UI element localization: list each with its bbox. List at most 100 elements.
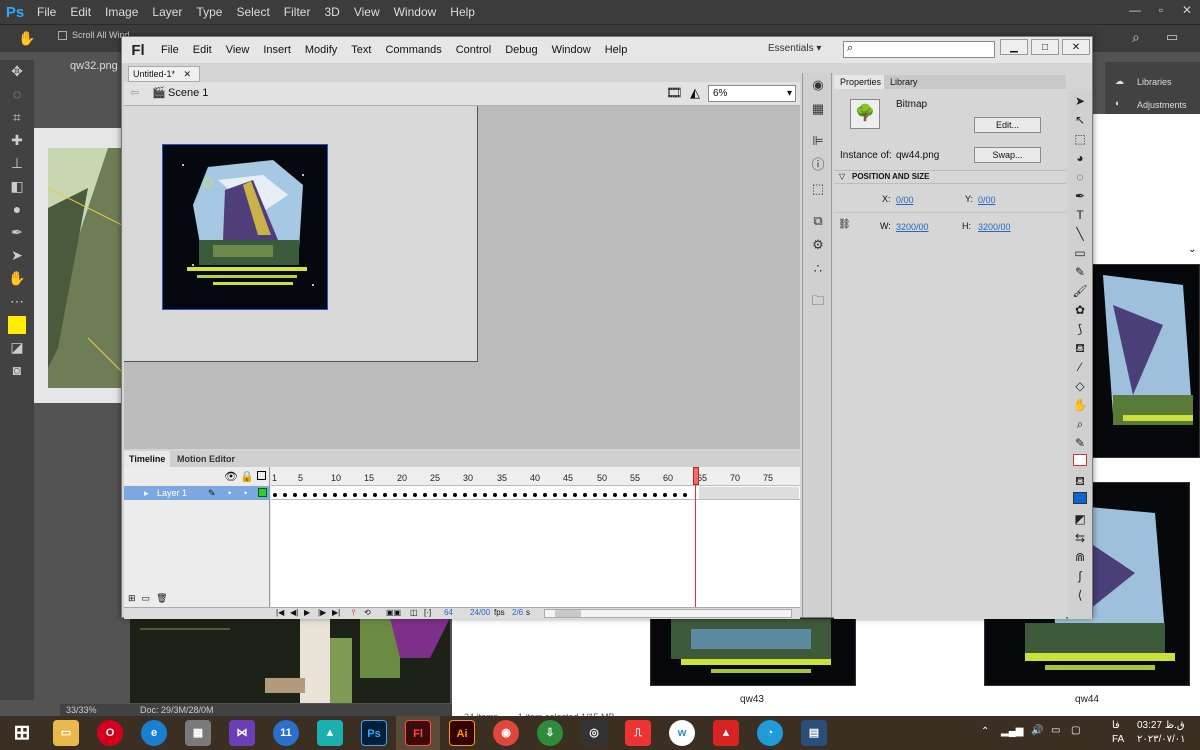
ps-menu-3d[interactable]: 3D [317, 5, 346, 19]
ps-menu-edit[interactable]: Edit [63, 5, 98, 19]
ps-minimize-icon[interactable]: — [1122, 0, 1148, 20]
stroke-swatch[interactable] [1068, 453, 1092, 472]
taskbar-file-explorer[interactable]: ▭ [44, 716, 88, 750]
zoom-icon[interactable]: ⌕ [1068, 415, 1092, 434]
taskbar-word-w[interactable]: w [660, 716, 704, 750]
edit-multiple-frames-icon[interactable]: ◫ [410, 608, 418, 617]
stage-pasteboard[interactable] [124, 106, 800, 449]
workspace-switcher[interactable]: Essentials ▾ [768, 43, 821, 54]
taskbar-opera[interactable]: O [88, 716, 132, 750]
fl-menu-commands[interactable]: Commands [378, 44, 448, 56]
edit-symbols-icon[interactable]: ◭ [690, 85, 700, 101]
ps-menu-filter[interactable]: Filter [277, 5, 318, 19]
ps-close-icon[interactable]: ✕ [1174, 0, 1200, 20]
layer-row[interactable]: ▸ Layer 1 ✎ • • [124, 486, 270, 500]
frame-rate[interactable]: 24/00 [470, 608, 490, 617]
fl-menu-file[interactable]: File [154, 44, 186, 56]
ps-menu-file[interactable]: File [30, 5, 63, 19]
crop-tool-icon[interactable]: ⌗ [0, 106, 34, 129]
battery-icon[interactable]: ▭ [1051, 725, 1060, 736]
quick-mask-icon[interactable]: ◙ [0, 359, 34, 382]
step-back-icon[interactable]: ◀| [290, 608, 298, 617]
tab-timeline[interactable]: Timeline [124, 451, 171, 467]
ps-search-icon[interactable]: ⌕ [1132, 29, 1140, 46]
explorer-dropdown-icon[interactable]: ⌄ [1188, 244, 1196, 255]
taskbar-camera[interactable]: ◎ [572, 716, 616, 750]
new-folder-icon[interactable]: ▭ [142, 593, 151, 604]
stamp-tool-icon[interactable]: ⊥ [0, 152, 34, 175]
swap-colors-icon[interactable]: ◪ [0, 336, 34, 359]
transform-panel-icon[interactable]: ⬚ [803, 177, 833, 201]
straighten-icon[interactable]: ⟨ [1068, 586, 1092, 605]
line-tool-icon[interactable]: ╲ [1068, 225, 1092, 244]
fl-menu-control[interactable]: Control [449, 44, 498, 56]
tab-close-icon[interactable]: ✕ [184, 69, 192, 79]
modify-markers-icon[interactable]: [·] [424, 608, 431, 617]
delete-layer-icon[interactable]: 🗑 [156, 593, 167, 604]
pen-tool-icon[interactable]: ✒ [0, 221, 34, 244]
frame-ruler[interactable]: 1 5 10 15 20 25 30 35 40 45 50 55 60 65 … [271, 467, 800, 486]
ps-menu-view[interactable]: View [347, 5, 387, 19]
fl-menu-edit[interactable]: Edit [186, 44, 219, 56]
move-tool-icon[interactable]: ✥ [0, 60, 34, 83]
playhead[interactable] [693, 467, 699, 607]
ps-menu-help[interactable]: Help [443, 5, 482, 19]
paint-bucket-icon[interactable]: ⛾ [1068, 339, 1092, 358]
fl-menu-view[interactable]: View [219, 44, 257, 56]
swatches-panel-icon[interactable]: ▦ [803, 97, 833, 121]
edit-scene-icon[interactable]: 🎞 [666, 85, 683, 101]
timeline-scrollbar[interactable] [544, 609, 792, 618]
components-icon[interactable]: ⚙ [803, 233, 833, 257]
blur-tool-icon[interactable]: ● [0, 198, 34, 221]
onion-skin-icon[interactable]: ▣▣ [386, 608, 401, 617]
taskbar-movie[interactable]: ▤ [792, 716, 836, 750]
minimize-icon[interactable]: ▁ [1000, 39, 1028, 55]
step-forward-icon[interactable]: |▶ [318, 608, 326, 617]
taskbar-app-11[interactable]: 11 [264, 716, 308, 750]
pen-icon[interactable]: ✒ [1068, 187, 1092, 206]
taskbar-idm[interactable]: ⇩ [528, 716, 572, 750]
text-tool-icon[interactable]: T [1068, 206, 1092, 225]
visibility-dot-icon[interactable]: • [228, 486, 231, 500]
black-white-icon[interactable]: ◩ [1068, 510, 1092, 529]
adjustments-icon[interactable]: ◐ [1115, 98, 1120, 108]
free-transform-icon[interactable]: ⬚ [1068, 130, 1092, 149]
tab-properties[interactable]: Properties [834, 75, 884, 89]
play-icon[interactable]: ▶ [304, 608, 310, 617]
fl-menu-text[interactable]: Text [344, 44, 378, 56]
edit-button[interactable]: Edit... [974, 117, 1041, 133]
eyedropper-icon[interactable]: ⁄ [1068, 358, 1092, 377]
notification-icon[interactable]: ▢ [1071, 725, 1080, 736]
w-value[interactable]: 3200/00 [896, 222, 929, 232]
taskbar-calculator[interactable]: ▦ [176, 716, 220, 750]
scene-label[interactable]: Scene 1 [168, 87, 208, 99]
close-icon[interactable]: ✕ [1062, 39, 1090, 55]
adjustments-tab[interactable]: Adjustments [1137, 100, 1187, 110]
outline-icon[interactable] [257, 471, 266, 480]
info-panel-icon[interactable]: ⓘ [803, 153, 833, 177]
ps-workspace-icon[interactable]: ▭ [1166, 29, 1178, 45]
ps-menu-image[interactable]: Image [98, 5, 145, 19]
lock-dot-icon[interactable]: • [244, 486, 247, 500]
fl-menu-insert[interactable]: Insert [256, 44, 298, 56]
taskbar-wps[interactable]: ⎍ [616, 716, 660, 750]
help-search-input[interactable]: ⌕ [843, 41, 995, 58]
taskbar-lumion[interactable]: ▲ [308, 716, 352, 750]
ps-menu-select[interactable]: Select [229, 5, 276, 19]
tab-motion-editor[interactable]: Motion Editor [172, 451, 240, 467]
rectangle-tool-icon[interactable]: ▭ [1068, 244, 1092, 263]
zoom-select[interactable]: 6% ▾ [708, 85, 796, 102]
x-value[interactable]: 0/00 [896, 195, 914, 205]
thumbnail-qw44-top[interactable] [1092, 264, 1200, 458]
clock-time[interactable]: 03:27 ق.ظ [1137, 720, 1185, 731]
eraser-icon[interactable]: ◇ [1068, 377, 1092, 396]
selection-tool-icon[interactable]: ➤ [1068, 92, 1092, 111]
ps-restore-icon[interactable]: ▫ [1148, 0, 1174, 20]
taskbar-visual-studio[interactable]: ⋈ [220, 716, 264, 750]
go-to-last-icon[interactable]: ▶| [332, 608, 340, 617]
libraries-icon[interactable]: ☁ [1115, 76, 1124, 87]
position-size-header[interactable]: ▽ POSITION AND SIZE [834, 170, 1066, 184]
fl-menu-help[interactable]: Help [598, 44, 635, 56]
back-arrow-icon[interactable]: ⇦ [130, 86, 139, 99]
snap-magnet-icon[interactable]: ⋒ [1068, 548, 1092, 567]
